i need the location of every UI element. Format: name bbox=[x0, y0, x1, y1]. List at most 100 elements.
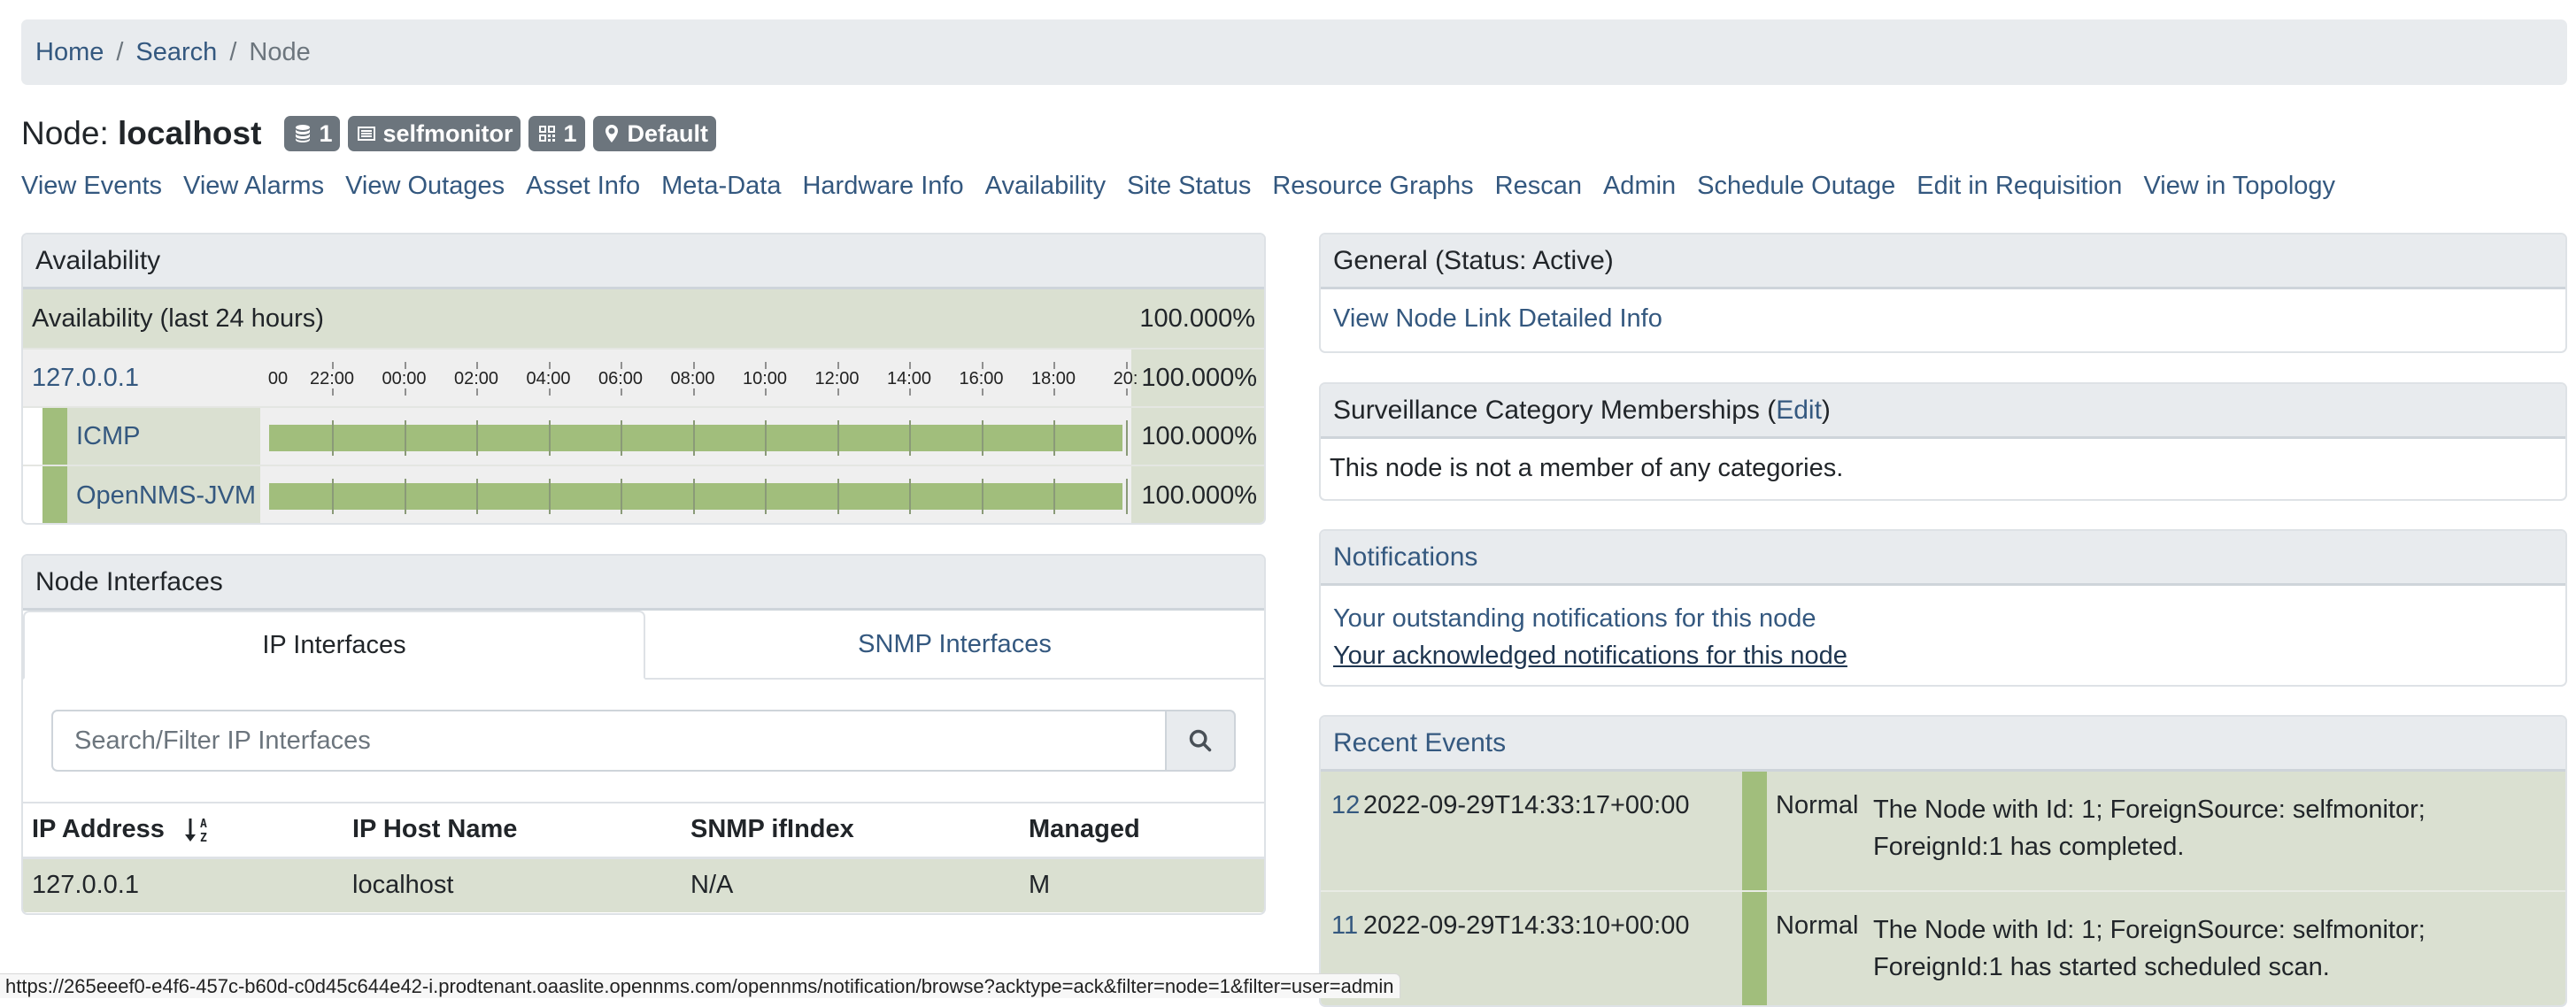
svg-text:Z: Z bbox=[200, 832, 207, 844]
ip-interfaces-table: IP Address A Z IP Host Name SNMP ifIndex… bbox=[23, 802, 1264, 912]
severity-color-bar bbox=[1742, 892, 1767, 1005]
interface-ip-link[interactable]: 127.0.0.1 bbox=[32, 364, 139, 393]
event-row: 12 2022-09-29T14:33:17+00:00 Normal The … bbox=[1321, 772, 2565, 892]
timeline-tick-label: 12:00 bbox=[814, 369, 860, 388]
breadcrumb-search[interactable]: Search bbox=[135, 38, 217, 67]
rescan-link[interactable]: Rescan bbox=[1495, 172, 1582, 201]
timeline-tick bbox=[765, 479, 767, 514]
asset-info-link[interactable]: Asset Info bbox=[526, 172, 640, 201]
timeline-tick bbox=[621, 388, 622, 396]
timeline-tick bbox=[765, 388, 767, 396]
availability-header: Availability bbox=[23, 234, 1264, 289]
availability-service-row: OpenNMS-JVM 100.000% bbox=[23, 466, 1264, 523]
breadcrumb-separator: / bbox=[116, 37, 124, 66]
view-events-link[interactable]: View Events bbox=[21, 172, 162, 201]
badge-label: 1 bbox=[319, 119, 333, 147]
availability-summary-row: Availability (last 24 hours) 100.000% bbox=[23, 289, 1264, 350]
event-time: 2022-09-29T14:33:17+00:00 bbox=[1363, 791, 1690, 819]
search-button[interactable] bbox=[1167, 710, 1236, 772]
timeline-tick bbox=[548, 420, 551, 456]
edit-categories-link[interactable]: Edit bbox=[1776, 396, 1822, 426]
node-label: localhost bbox=[118, 115, 262, 151]
availability-summary-label: Availability (last 24 hours) bbox=[32, 304, 324, 333]
notifications-header[interactable]: Notifications bbox=[1321, 531, 2565, 586]
recent-events-panel: Recent Events 12 2022-09-29T14:33:17+00:… bbox=[1319, 715, 2567, 1007]
schedule-outage-link[interactable]: Schedule Outage bbox=[1697, 172, 1895, 201]
status-bar-url: https://265eeef0-e4f6-457c-b60d-c0d45c64… bbox=[0, 973, 1400, 998]
timeline-tick bbox=[621, 479, 622, 514]
tab-ip-interfaces[interactable]: IP Interfaces bbox=[23, 611, 645, 680]
admin-link[interactable]: Admin bbox=[1603, 172, 1676, 201]
timeline-tick bbox=[837, 362, 839, 369]
interface-cell: 127.0.0.1 bbox=[23, 350, 260, 406]
badge-label: 1 bbox=[563, 119, 577, 147]
timeline-tick bbox=[621, 362, 622, 369]
sort-alpha-down-icon: A Z bbox=[184, 818, 207, 845]
column-snmp-ifindex[interactable]: SNMP ifIndex bbox=[682, 803, 1020, 859]
timeline-tick bbox=[476, 420, 478, 456]
column-ip-host-name[interactable]: IP Host Name bbox=[343, 803, 682, 859]
view-in-topology-link[interactable]: View in Topology bbox=[2143, 172, 2335, 201]
service-availability-bar[interactable] bbox=[269, 425, 1122, 451]
node-interfaces-panel: Node Interfaces IP Interfaces SNMP Inter… bbox=[21, 554, 1266, 915]
hardware-info-link[interactable]: Hardware Info bbox=[802, 172, 963, 201]
timeline-tick bbox=[332, 479, 334, 514]
recent-events-header[interactable]: Recent Events bbox=[1321, 717, 2565, 772]
availability-panel: Availability Availability (last 24 hours… bbox=[21, 233, 1266, 525]
notifications-title[interactable]: Notifications bbox=[1333, 542, 1477, 573]
column-ip-address[interactable]: IP Address A Z bbox=[23, 803, 343, 859]
meta-data-link[interactable]: Meta-Data bbox=[661, 172, 781, 201]
timeline-tick-label: 06:00 bbox=[598, 369, 644, 388]
service-icmp-link[interactable]: ICMP bbox=[76, 422, 141, 451]
interface-availability-value: 100.000% bbox=[1131, 350, 1264, 406]
event-row: 11 2022-09-29T14:33:10+00:00 Normal The … bbox=[1321, 892, 2565, 1005]
search-input[interactable] bbox=[51, 710, 1167, 772]
timeline-tick bbox=[981, 388, 983, 396]
availability-summary-value: 100.000% bbox=[1139, 304, 1255, 333]
search-icon bbox=[1189, 729, 1212, 752]
cell-ip-address: 127.0.0.1 bbox=[23, 857, 343, 912]
breadcrumb-home[interactable]: Home bbox=[35, 38, 104, 67]
surveillance-body: This node is not a member of any categor… bbox=[1330, 453, 1844, 482]
severity-color-bar bbox=[1742, 772, 1767, 890]
timeline-tick bbox=[404, 479, 406, 514]
view-alarms-link[interactable]: View Alarms bbox=[183, 172, 324, 201]
timeline-tick bbox=[981, 420, 983, 456]
node-id-badge: 1 bbox=[284, 116, 341, 151]
interface-search-group bbox=[51, 710, 1236, 772]
timeline-tick bbox=[909, 420, 911, 456]
table-row[interactable]: 127.0.0.1 localhost N/A M bbox=[23, 857, 1264, 912]
acknowledged-notifications-link[interactable]: Your acknowledged notifications for this… bbox=[1333, 642, 1847, 671]
breadcrumb-separator: / bbox=[229, 37, 237, 66]
timeline-tick-label: 16:00 bbox=[959, 369, 1004, 388]
event-id-link[interactable]: 12 bbox=[1321, 772, 1363, 890]
recent-events-title[interactable]: Recent Events bbox=[1333, 728, 1506, 758]
timeline-tick-label: 14:00 bbox=[886, 369, 932, 388]
cell-snmp-ifindex: N/A bbox=[682, 857, 1020, 912]
timeline-tick bbox=[332, 420, 334, 456]
timeline-tick bbox=[404, 362, 406, 369]
timeline-tick bbox=[837, 420, 839, 456]
availability-link[interactable]: Availability bbox=[985, 172, 1106, 201]
outstanding-notifications-link[interactable]: Your outstanding notifications for this … bbox=[1333, 604, 1816, 634]
tab-snmp-interfaces[interactable]: SNMP Interfaces bbox=[645, 611, 1264, 678]
view-outages-link[interactable]: View Outages bbox=[345, 172, 505, 201]
timeline-tick-label: 00:00 bbox=[382, 369, 427, 388]
service-opennms-jvm-link[interactable]: OpenNMS-JVM bbox=[76, 481, 256, 511]
timeline-tick bbox=[692, 479, 695, 514]
edit-in-requisition-link[interactable]: Edit in Requisition bbox=[1917, 172, 2122, 201]
service-availability-bar[interactable] bbox=[269, 483, 1122, 510]
svg-text:A: A bbox=[200, 818, 207, 831]
timeline-tick-label: 02:00 bbox=[453, 369, 499, 388]
column-managed[interactable]: Managed bbox=[1020, 803, 1264, 859]
badge-label: selfmonitor bbox=[382, 119, 513, 147]
foreign-id-badge: 1 bbox=[528, 116, 585, 151]
resource-graphs-link[interactable]: Resource Graphs bbox=[1272, 172, 1473, 201]
timeline-tick bbox=[981, 479, 983, 514]
view-node-link-detailed-info-link[interactable]: View Node Link Detailed Info bbox=[1333, 304, 1662, 334]
qrcode-icon bbox=[539, 126, 556, 142]
location-badge: Default bbox=[592, 116, 717, 151]
timeline-tick-label: 04:00 bbox=[526, 369, 571, 388]
general-body: View Node Link Detailed Info bbox=[1321, 289, 2565, 348]
site-status-link[interactable]: Site Status bbox=[1127, 172, 1251, 201]
